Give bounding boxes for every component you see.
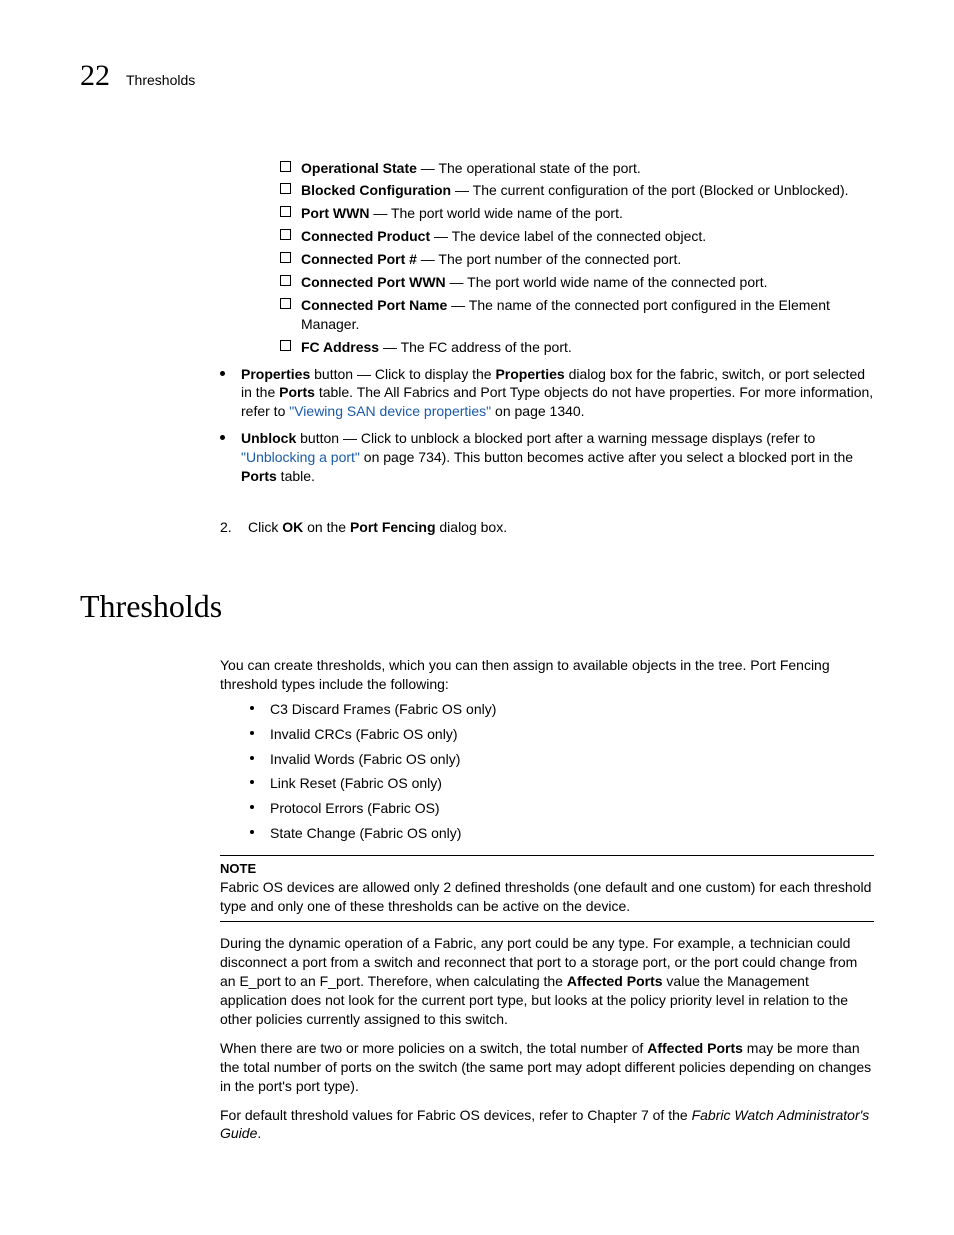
bullet-icon	[220, 371, 225, 376]
bullet-icon	[250, 756, 254, 760]
list-item-text: Invalid CRCs (Fabric OS only)	[270, 725, 874, 744]
threshold-list: C3 Discard Frames (Fabric OS only) Invali…	[220, 700, 874, 843]
checkbox-icon	[280, 252, 291, 263]
properties-text: Properties button — Click to display the…	[241, 365, 874, 422]
list-item: Invalid CRCs (Fabric OS only)	[250, 725, 874, 744]
content-column: Operational State — The operational stat…	[220, 159, 874, 486]
bullet-icon	[250, 805, 254, 809]
checkbox-item: Port WWN — The port world wide name of t…	[280, 204, 874, 223]
checkbox-item: Connected Port # — The port number of th…	[280, 250, 874, 269]
step-number: 2.	[220, 518, 234, 537]
two-policies-paragraph: When there are two or more policies on a…	[220, 1039, 874, 1096]
checkbox-item: FC Address — The FC address of the port.	[280, 338, 874, 357]
unblock-text: Unblock button — Click to unblock a bloc…	[241, 429, 874, 486]
chapter-number: 22	[80, 56, 110, 97]
link-viewing-san[interactable]: "Viewing SAN device properties"	[289, 403, 491, 419]
link-unblocking-port[interactable]: "Unblocking a port"	[241, 449, 360, 465]
note-block: NOTE Fabric OS devices are allowed only …	[220, 855, 874, 922]
bullet-icon	[250, 706, 254, 710]
checkbox-icon	[280, 183, 291, 194]
dynamic-paragraph: During the dynamic operation of a Fabric…	[220, 934, 874, 1028]
checkbox-text: FC Address — The FC address of the port.	[301, 338, 874, 357]
bullet-icon	[250, 830, 254, 834]
thresholds-heading: Thresholds	[80, 585, 874, 628]
list-item-text: Link Reset (Fabric OS only)	[270, 774, 874, 793]
list-item: State Change (Fabric OS only)	[250, 824, 874, 843]
list-item: Invalid Words (Fabric OS only)	[250, 750, 874, 769]
intro-paragraph: You can create thresholds, which you can…	[220, 656, 874, 694]
list-item-text: State Change (Fabric OS only)	[270, 824, 874, 843]
checkbox-icon	[280, 161, 291, 172]
thresholds-body: You can create thresholds, which you can…	[220, 656, 874, 1143]
unblock-bullet: Unblock button — Click to unblock a bloc…	[220, 429, 874, 486]
list-item: C3 Discard Frames (Fabric OS only)	[250, 700, 874, 719]
bullet-icon	[250, 731, 254, 735]
properties-bullet: Properties button — Click to display the…	[220, 365, 874, 422]
list-item-text: Protocol Errors (Fabric OS)	[270, 799, 874, 818]
checkbox-item: Connected Port Name — The name of the co…	[280, 296, 874, 334]
bullet-icon	[220, 435, 225, 440]
note-label: NOTE	[220, 860, 874, 878]
checkbox-icon	[280, 229, 291, 240]
checkbox-text: Connected Port WWN — The port world wide…	[301, 273, 874, 292]
checkbox-item: Connected Product — The device label of …	[280, 227, 874, 246]
checkbox-icon	[280, 340, 291, 351]
checkbox-item: Connected Port WWN — The port world wide…	[280, 273, 874, 292]
checkbox-list: Operational State — The operational stat…	[220, 159, 874, 357]
checkbox-item: Blocked Configuration — The current conf…	[280, 181, 874, 200]
list-item-text: C3 Discard Frames (Fabric OS only)	[270, 700, 874, 719]
list-item-text: Invalid Words (Fabric OS only)	[270, 750, 874, 769]
checkbox-text: Connected Port Name — The name of the co…	[301, 296, 874, 334]
default-paragraph: For default threshold values for Fabric …	[220, 1106, 874, 1144]
checkbox-icon	[280, 298, 291, 309]
checkbox-text: Connected Port # — The port number of th…	[301, 250, 874, 269]
note-text: Fabric OS devices are allowed only 2 def…	[220, 878, 874, 916]
checkbox-text: Connected Product — The device label of …	[301, 227, 874, 246]
page-header: 22 Thresholds	[80, 56, 874, 97]
checkbox-text: Port WWN — The port world wide name of t…	[301, 204, 874, 223]
checkbox-icon	[280, 206, 291, 217]
checkbox-text: Operational State — The operational stat…	[301, 159, 874, 178]
page: 22 Thresholds Operational State — The op…	[0, 0, 954, 1203]
list-item: Protocol Errors (Fabric OS)	[250, 799, 874, 818]
checkbox-item: Operational State — The operational stat…	[280, 159, 874, 178]
checkbox-text: Blocked Configuration — The current conf…	[301, 181, 874, 200]
step-2: 2. Click OK on the Port Fencing dialog b…	[220, 518, 874, 537]
chapter-title: Thresholds	[126, 71, 195, 90]
checkbox-icon	[280, 275, 291, 286]
list-item: Link Reset (Fabric OS only)	[250, 774, 874, 793]
step-text: Click OK on the Port Fencing dialog box.	[248, 518, 507, 537]
bullet-icon	[250, 780, 254, 784]
